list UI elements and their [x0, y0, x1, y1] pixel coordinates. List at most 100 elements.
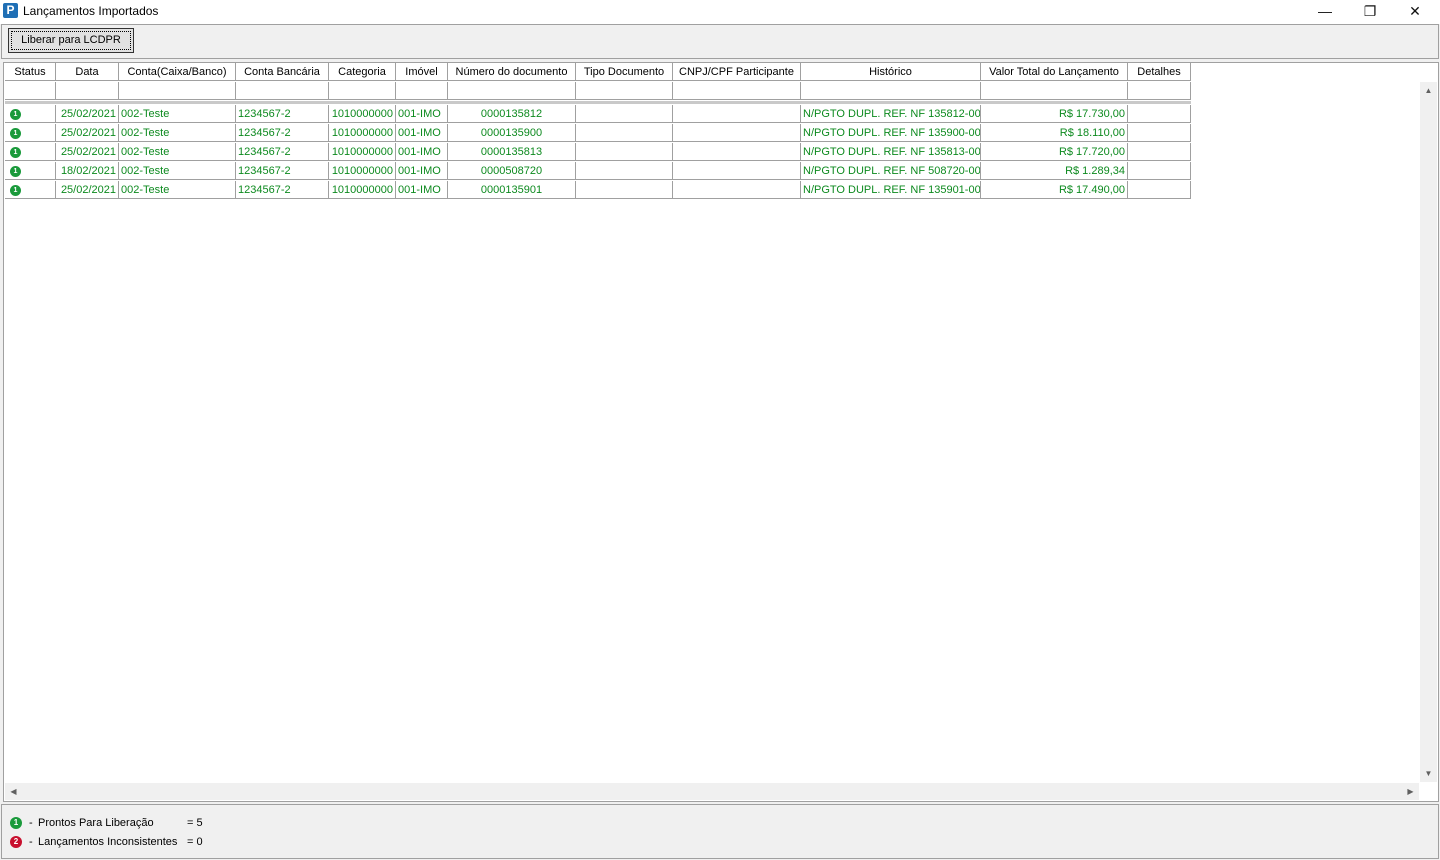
- filter-cell-property[interactable]: [396, 82, 448, 100]
- cell-document-number: 0000135812: [448, 105, 576, 123]
- cell-total-value: R$ 17.730,00: [981, 105, 1128, 123]
- title-bar: P Lançamentos Importados — ❐ ✕: [0, 0, 1440, 24]
- cell-history: N/PGTO DUPL. REF. NF 135812-001: [801, 105, 981, 123]
- cell-account: 002-Teste: [119, 162, 236, 180]
- cell-details: [1128, 143, 1191, 161]
- column-header-category[interactable]: Categoria: [329, 63, 396, 81]
- cell-category: 1010000000: [329, 124, 396, 142]
- arrow-left-icon[interactable]: ◀: [5, 783, 22, 800]
- cell-details: [1128, 105, 1191, 123]
- legend-label: Prontos Para Liberação: [38, 817, 154, 829]
- horizontal-scrollbar[interactable]: ◀ ▶: [5, 783, 1419, 800]
- cell-status: 1: [5, 105, 56, 123]
- cell-participant-id: [673, 143, 801, 161]
- filter-cell-participant-id[interactable]: [673, 82, 801, 100]
- cell-document-type: [576, 162, 673, 180]
- entries-grid: Status Data Conta(Caixa/Banco) Conta Bancár…: [3, 62, 1439, 802]
- cell-document-number: 0000508720: [448, 162, 576, 180]
- cell-bank-account: 1234567-2: [236, 143, 329, 161]
- status-legend: 1 - Prontos Para Liberação = 5 2 - Lança…: [1, 804, 1439, 859]
- cell-status: 1: [5, 181, 56, 199]
- filter-cell-document-number[interactable]: [448, 82, 576, 100]
- filter-cell-category[interactable]: [329, 82, 396, 100]
- status-error-icon: 2: [10, 836, 22, 849]
- app-logo-icon: P: [3, 3, 18, 18]
- legend-dash: -: [29, 836, 33, 848]
- filter-cell-status[interactable]: [5, 82, 56, 100]
- cell-total-value: R$ 17.490,00: [981, 181, 1128, 199]
- cell-participant-id: [673, 181, 801, 199]
- column-header-property[interactable]: Imóvel: [396, 63, 448, 81]
- legend-dash: -: [29, 817, 33, 829]
- cell-date: 25/02/2021: [56, 105, 119, 123]
- column-header-account[interactable]: Conta(Caixa/Banco): [119, 63, 236, 81]
- column-header-participant-id[interactable]: CNPJ/CPF Participante: [673, 63, 801, 81]
- column-header-history[interactable]: Histórico: [801, 63, 981, 81]
- cell-history: N/PGTO DUPL. REF. NF 135900-001: [801, 124, 981, 142]
- close-button[interactable]: ✕: [1392, 0, 1438, 22]
- status-ready-icon: 1: [10, 817, 22, 830]
- filter-cell-account[interactable]: [119, 82, 236, 100]
- cell-history: N/PGTO DUPL. REF. NF 508720-001: [801, 162, 981, 180]
- column-header-status[interactable]: Status: [5, 63, 56, 81]
- cell-document-number: 0000135813: [448, 143, 576, 161]
- arrow-down-icon[interactable]: ▼: [1420, 765, 1437, 782]
- cell-document-type: [576, 143, 673, 161]
- filter-cell-document-type[interactable]: [576, 82, 673, 100]
- cell-category: 1010000000: [329, 143, 396, 161]
- window-title: Lançamentos Importados: [23, 4, 159, 18]
- cell-participant-id: [673, 162, 801, 180]
- cell-date: 25/02/2021: [56, 143, 119, 161]
- cell-date: 25/02/2021: [56, 181, 119, 199]
- status-ok-icon: 1: [10, 127, 21, 139]
- cell-total-value: R$ 1.289,34: [981, 162, 1128, 180]
- cell-category: 1010000000: [329, 105, 396, 123]
- column-header-details[interactable]: Detalhes: [1128, 63, 1191, 81]
- cell-document-number: 0000135901: [448, 181, 576, 199]
- cell-bank-account: 1234567-2: [236, 124, 329, 142]
- grid-separator: [5, 101, 1191, 104]
- cell-bank-account: 1234567-2: [236, 181, 329, 199]
- status-ok-icon: 1: [10, 108, 21, 120]
- cell-account: 002-Teste: [119, 143, 236, 161]
- release-lcdpr-button[interactable]: Liberar para LCDPR: [8, 28, 134, 53]
- cell-property: 001-IMO: [396, 143, 448, 161]
- filter-cell-bank-account[interactable]: [236, 82, 329, 100]
- filter-cell-total-value[interactable]: [981, 82, 1128, 100]
- filter-cell-history[interactable]: [801, 82, 981, 100]
- cell-date: 18/02/2021: [56, 162, 119, 180]
- column-header-date[interactable]: Data: [56, 63, 119, 81]
- restore-button[interactable]: ❐: [1347, 0, 1393, 22]
- cell-account: 002-Teste: [119, 105, 236, 123]
- legend-ready: 1 - Prontos Para Liberação = 5: [10, 814, 203, 832]
- cell-property: 001-IMO: [396, 181, 448, 199]
- vertical-scrollbar[interactable]: ▲ ▼: [1420, 82, 1437, 782]
- filter-cell-details[interactable]: [1128, 82, 1191, 100]
- column-header-document-type[interactable]: Tipo Documento: [576, 63, 673, 81]
- cell-status: 1: [5, 143, 56, 161]
- status-ok-icon: 1: [10, 165, 21, 177]
- column-header-total-value[interactable]: Valor Total do Lançamento: [981, 63, 1128, 81]
- cell-participant-id: [673, 105, 801, 123]
- cell-bank-account: 1234567-2: [236, 105, 329, 123]
- column-header-document-number[interactable]: Número do documento: [448, 63, 576, 81]
- cell-document-type: [576, 124, 673, 142]
- arrow-right-icon[interactable]: ▶: [1402, 783, 1419, 800]
- cell-status: 1: [5, 162, 56, 180]
- cell-participant-id: [673, 124, 801, 142]
- legend-count: = 0: [187, 836, 203, 848]
- filter-cell-date[interactable]: [56, 82, 119, 100]
- cell-bank-account: 1234567-2: [236, 162, 329, 180]
- cell-property: 001-IMO: [396, 162, 448, 180]
- cell-status: 1: [5, 124, 56, 142]
- legend-count: = 5: [187, 817, 203, 829]
- legend-inconsistent: 2 - Lançamentos Inconsistentes = 0: [10, 833, 203, 851]
- minimize-button[interactable]: —: [1302, 0, 1348, 22]
- cell-document-type: [576, 181, 673, 199]
- cell-property: 001-IMO: [396, 124, 448, 142]
- cell-account: 002-Teste: [119, 181, 236, 199]
- column-header-bank-account[interactable]: Conta Bancária: [236, 63, 329, 81]
- cell-date: 25/02/2021: [56, 124, 119, 142]
- arrow-up-icon[interactable]: ▲: [1420, 82, 1437, 99]
- cell-history: N/PGTO DUPL. REF. NF 135901-001: [801, 181, 981, 199]
